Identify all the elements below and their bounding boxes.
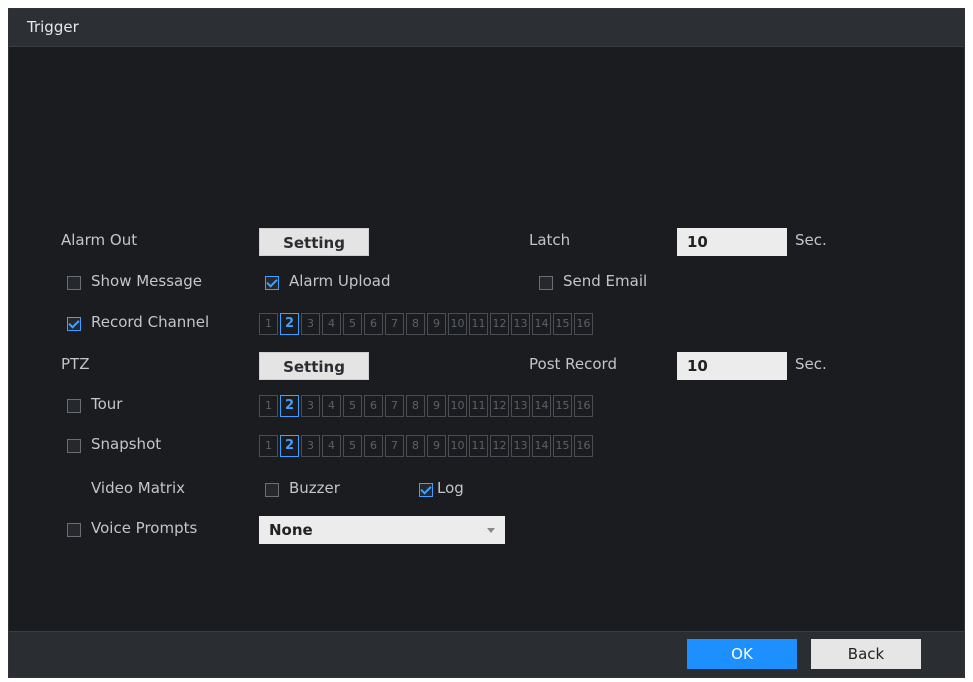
buzzer-label: Buzzer	[289, 479, 340, 497]
tour-channel-selector: 1 2 3 4 5 6 7 8 9 10 11 12 13 14 15 16	[259, 395, 595, 417]
channel-10-button[interactable]: 10	[448, 435, 467, 457]
channel-2-button[interactable]: 2	[280, 435, 299, 457]
snapshot-label: Snapshot	[91, 435, 162, 453]
channel-13-button[interactable]: 13	[511, 435, 530, 457]
channel-15-button[interactable]: 15	[553, 313, 572, 335]
channel-4-button[interactable]: 4	[322, 313, 341, 335]
voice-prompts-select[interactable]: None	[259, 516, 505, 544]
latch-label: Latch	[529, 231, 571, 249]
channel-11-button[interactable]: 11	[469, 313, 488, 335]
channel-16-button[interactable]: 16	[574, 313, 593, 335]
tour-checkbox[interactable]	[67, 399, 81, 413]
post-record-label: Post Record	[529, 355, 617, 373]
channel-1-button[interactable]: 1	[259, 313, 278, 335]
snapshot-checkbox[interactable]	[67, 439, 81, 453]
channel-8-button[interactable]: 8	[406, 435, 425, 457]
channel-3-button[interactable]: 3	[301, 313, 320, 335]
alarm-upload-checkbox[interactable]	[265, 276, 279, 290]
send-email-label: Send Email	[563, 272, 648, 290]
alarm-out-setting-button[interactable]: Setting	[259, 228, 369, 256]
buzzer-checkbox[interactable]	[265, 483, 279, 497]
show-message-checkbox[interactable]	[67, 276, 81, 290]
channel-4-button[interactable]: 4	[322, 435, 341, 457]
channel-8-button[interactable]: 8	[406, 313, 425, 335]
channel-6-button[interactable]: 6	[364, 395, 383, 417]
title-bar: Trigger	[9, 9, 964, 47]
channel-14-button[interactable]: 14	[532, 435, 551, 457]
voice-prompts-checkbox[interactable]	[67, 523, 81, 537]
channel-9-button[interactable]: 9	[427, 435, 446, 457]
channel-14-button[interactable]: 14	[532, 395, 551, 417]
channel-13-button[interactable]: 13	[511, 395, 530, 417]
channel-14-button[interactable]: 14	[532, 313, 551, 335]
channel-5-button[interactable]: 5	[343, 435, 362, 457]
channel-5-button[interactable]: 5	[343, 395, 362, 417]
channel-4-button[interactable]: 4	[322, 395, 341, 417]
channel-10-button[interactable]: 10	[448, 395, 467, 417]
channel-15-button[interactable]: 15	[553, 395, 572, 417]
alarm-out-label: Alarm Out	[61, 231, 138, 249]
channel-5-button[interactable]: 5	[343, 313, 362, 335]
channel-10-button[interactable]: 10	[448, 313, 467, 335]
log-checkbox[interactable]	[419, 483, 433, 497]
alarm-upload-label: Alarm Upload	[289, 272, 391, 290]
tour-label: Tour	[91, 395, 123, 413]
ok-button[interactable]: OK	[687, 639, 797, 669]
voice-prompts-selected-value: None	[269, 521, 313, 539]
channel-6-button[interactable]: 6	[364, 313, 383, 335]
channel-7-button[interactable]: 7	[385, 395, 404, 417]
send-email-checkbox[interactable]	[539, 276, 553, 290]
back-button[interactable]: Back	[811, 639, 921, 669]
channel-2-button[interactable]: 2	[280, 313, 299, 335]
log-label: Log	[437, 479, 464, 497]
channel-12-button[interactable]: 12	[490, 313, 509, 335]
channel-11-button[interactable]: 11	[469, 435, 488, 457]
latch-unit: Sec.	[795, 231, 827, 249]
record-channel-label: Record Channel	[91, 313, 210, 331]
video-matrix-label: Video Matrix	[91, 479, 186, 497]
channel-9-button[interactable]: 9	[427, 395, 446, 417]
channel-1-button[interactable]: 1	[259, 435, 278, 457]
post-record-unit: Sec.	[795, 355, 827, 373]
channel-13-button[interactable]: 13	[511, 313, 530, 335]
ptz-label: PTZ	[61, 355, 90, 373]
channel-16-button[interactable]: 16	[574, 395, 593, 417]
trigger-dialog: Trigger Alarm Out Setting Latch 10 Sec. …	[8, 8, 965, 678]
record-channel-checkbox[interactable]	[67, 317, 81, 331]
channel-12-button[interactable]: 12	[490, 435, 509, 457]
channel-11-button[interactable]: 11	[469, 395, 488, 417]
voice-prompts-label: Voice Prompts	[91, 519, 198, 537]
channel-3-button[interactable]: 3	[301, 435, 320, 457]
channel-6-button[interactable]: 6	[364, 435, 383, 457]
channel-1-button[interactable]: 1	[259, 395, 278, 417]
channel-7-button[interactable]: 7	[385, 313, 404, 335]
channel-12-button[interactable]: 12	[490, 395, 509, 417]
show-message-label: Show Message	[91, 272, 202, 290]
dialog-footer: OK Back	[9, 631, 964, 677]
record-channel-selector: 1 2 3 4 5 6 7 8 9 10 11 12 13 14 15 16	[259, 313, 595, 335]
channel-7-button[interactable]: 7	[385, 435, 404, 457]
channel-15-button[interactable]: 15	[553, 435, 572, 457]
channel-9-button[interactable]: 9	[427, 313, 446, 335]
channel-16-button[interactable]: 16	[574, 435, 593, 457]
dialog-title: Trigger	[27, 18, 79, 36]
chevron-down-icon	[487, 528, 495, 533]
channel-3-button[interactable]: 3	[301, 395, 320, 417]
post-record-input[interactable]: 10	[677, 352, 787, 380]
ptz-setting-button[interactable]: Setting	[259, 352, 369, 380]
latch-input[interactable]: 10	[677, 228, 787, 256]
channel-2-button[interactable]: 2	[280, 395, 299, 417]
snapshot-channel-selector: 1 2 3 4 5 6 7 8 9 10 11 12 13 14 15 16	[259, 435, 595, 457]
channel-8-button[interactable]: 8	[406, 395, 425, 417]
